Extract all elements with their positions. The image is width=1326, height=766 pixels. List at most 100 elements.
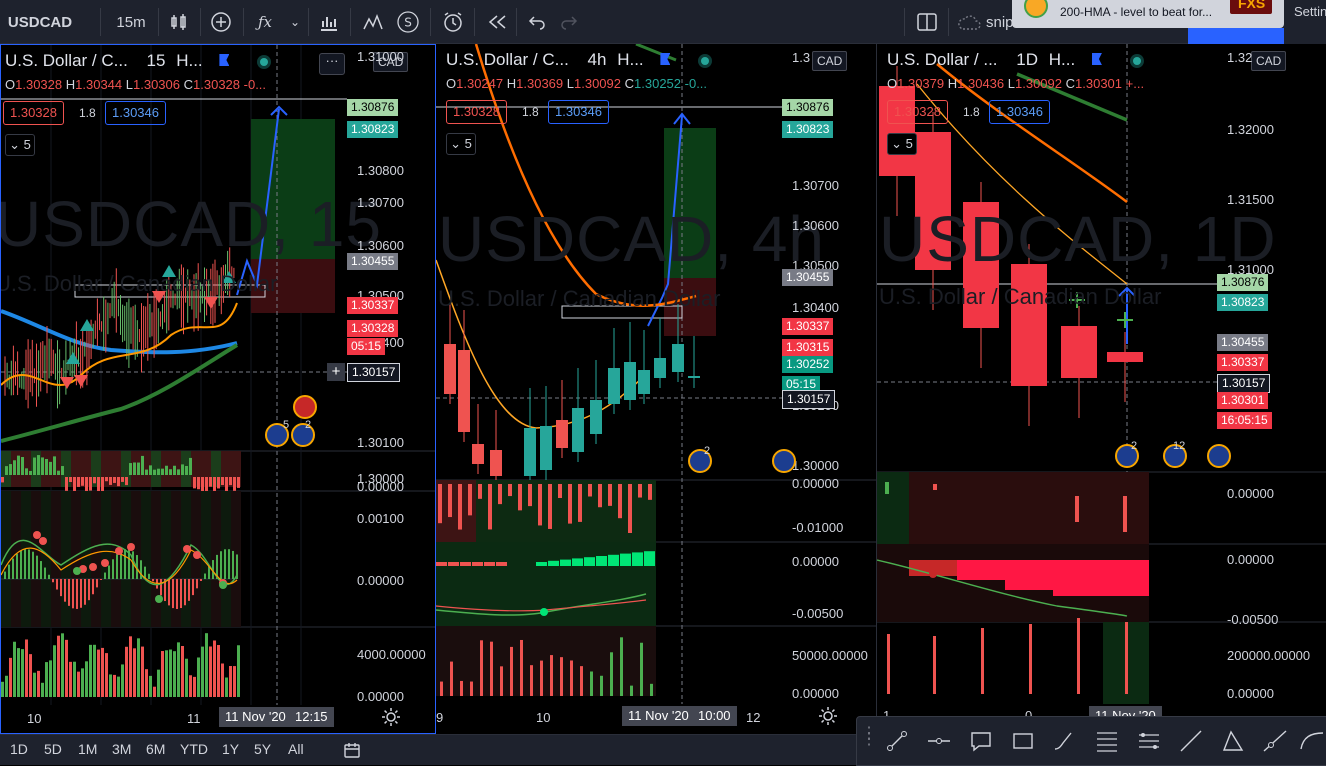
- volume-bar: [133, 648, 136, 697]
- indicator-count: 5: [464, 136, 472, 151]
- trendline-tool-icon[interactable]: [883, 727, 911, 755]
- volume-bar: [550, 655, 553, 696]
- symbol-search-button[interactable]: USDCAD: [0, 0, 80, 44]
- alert-clock-icon[interactable]: [438, 0, 468, 44]
- histogram-bar: [125, 477, 128, 486]
- flag-icon[interactable]: [219, 54, 230, 66]
- range-3m-button[interactable]: 3M: [112, 741, 131, 757]
- ray-tool-icon[interactable]: [1177, 727, 1205, 755]
- triangle-tool-icon[interactable]: [1219, 727, 1247, 755]
- chart-settings-icon[interactable]: [381, 707, 401, 727]
- goto-date-icon[interactable]: [342, 741, 362, 761]
- redo-icon[interactable]: [556, 0, 582, 44]
- flag-icon[interactable]: [660, 53, 671, 65]
- range-1y-button[interactable]: 1Y: [222, 741, 239, 757]
- histogram-bar: [1005, 560, 1053, 590]
- callout-tool-icon[interactable]: [967, 727, 995, 755]
- range-ytd-button[interactable]: YTD: [180, 741, 208, 757]
- economic-event-us-flag-icon[interactable]: [772, 449, 796, 473]
- cloud-icon[interactable]: [954, 0, 984, 44]
- fib-channel-tool-icon[interactable]: [1135, 727, 1163, 755]
- layout-name-label[interactable]: snip: [986, 0, 1014, 44]
- economic-event-ca-flag-icon[interactable]: [293, 395, 317, 419]
- volume-bar: [89, 644, 92, 697]
- strategy-icon[interactable]: S: [394, 0, 422, 44]
- price-tag: 1.30823: [1217, 294, 1269, 311]
- buy-button[interactable]: 1.30346: [105, 101, 166, 125]
- sell-button[interactable]: 1.30328: [3, 101, 64, 125]
- oscillator-bg: [161, 491, 171, 627]
- rectangle-tool-icon[interactable]: [1009, 727, 1037, 755]
- chart-panel-4h[interactable]: USDCAD, 4h U.S. Dollar / Canadian Dollar…: [436, 44, 877, 734]
- chart-canvas-15m[interactable]: [1, 45, 436, 734]
- notification-badge-label: FXS: [1238, 0, 1266, 11]
- settings-button[interactable]: Settin: [1284, 0, 1326, 44]
- publish-button[interactable]: [1188, 28, 1284, 44]
- histogram-bar: [957, 560, 1005, 580]
- volume-bar: [53, 645, 56, 697]
- range-all-button[interactable]: All: [288, 741, 304, 757]
- sell-button[interactable]: 1.30328: [446, 100, 507, 124]
- range-5d-button[interactable]: 5D: [44, 741, 62, 757]
- histogram-bar: [97, 477, 100, 492]
- ohlc-change: -0...: [243, 77, 267, 92]
- undo-icon[interactable]: [524, 0, 550, 44]
- price-tag: 1.30337: [782, 318, 834, 335]
- currency-label[interactable]: CAD: [812, 51, 848, 71]
- fib-retracement-tool-icon[interactable]: [1093, 727, 1121, 755]
- layout-icon[interactable]: [912, 0, 942, 44]
- toolbar-divider: [948, 8, 949, 36]
- templates-icon[interactable]: [358, 0, 388, 44]
- chevron-down-icon[interactable]: ⌄: [286, 0, 304, 44]
- event-count: 12: [1173, 440, 1186, 452]
- series-legend[interactable]: U.S. Dollar / ... 1D H...: [887, 50, 1141, 70]
- range-1d-button[interactable]: 1D: [10, 741, 28, 757]
- histogram-bar: [448, 484, 452, 518]
- range-5y-button[interactable]: 5Y: [254, 741, 271, 757]
- brush-tool-icon[interactable]: [1051, 727, 1079, 755]
- histogram-bar: [153, 469, 156, 475]
- indicators-collapse-button[interactable]: ⌄ 5: [446, 133, 476, 155]
- indicators-icon[interactable]: ƒx: [250, 0, 280, 44]
- buy-button[interactable]: 1.30346: [989, 100, 1050, 124]
- compare-add-icon[interactable]: [206, 0, 236, 44]
- volume-bar: [81, 668, 84, 697]
- flag-icon[interactable]: [1091, 53, 1102, 65]
- settings-label: Settin: [1294, 4, 1326, 19]
- volume-bar: [640, 642, 643, 696]
- crosshair-time-tag: 12:15: [289, 707, 334, 727]
- financials-icon[interactable]: [314, 0, 344, 44]
- replay-icon[interactable]: [482, 0, 512, 44]
- add-crosshair-icon[interactable]: +: [327, 363, 345, 381]
- chart-panel-1d[interactable]: USDCAD, 1D U.S. Dollar / Canadian Dollar…: [877, 44, 1326, 734]
- chart-panel-15m[interactable]: USDCAD, 15 U.S. Dollar / Canadian Dollar…: [0, 44, 436, 734]
- chart-settings-icon[interactable]: [818, 706, 838, 726]
- volume-bar: [125, 646, 128, 697]
- economic-event-us-flag-icon[interactable]: [1207, 444, 1231, 468]
- chart-type-icon[interactable]: [164, 0, 194, 44]
- buy-button[interactable]: 1.30346: [548, 100, 609, 124]
- currency-label[interactable]: CAD: [1251, 51, 1287, 71]
- volume-bar: [101, 647, 104, 697]
- oscillator-axis-label: 0.00000: [792, 554, 839, 569]
- economic-event-us-flag-icon[interactable]: [291, 423, 315, 447]
- news-notification[interactable]: 200-HMA - level to beat for... FXS: [1012, 0, 1284, 28]
- time-label: 10: [27, 711, 42, 726]
- interval-button[interactable]: 15m: [108, 0, 154, 44]
- more-menu-icon[interactable]: ···: [319, 53, 345, 75]
- series-legend[interactable]: U.S. Dollar / C... 15 H...: [5, 51, 269, 71]
- time-label: 9: [436, 710, 444, 725]
- notification-badge: FXS: [1230, 0, 1272, 14]
- indicators-collapse-button[interactable]: ⌄ 5: [5, 134, 35, 156]
- extended-line-tool-icon[interactable]: [1261, 727, 1289, 755]
- range-6m-button[interactable]: 6M: [146, 741, 165, 757]
- histogram-bar: [460, 562, 471, 566]
- range-1m-button[interactable]: 1M: [78, 741, 97, 757]
- horizontal-line-tool-icon[interactable]: [925, 727, 953, 755]
- histogram-bar: [61, 466, 64, 475]
- drag-handle-icon[interactable]: ⋮ ⋮: [861, 726, 877, 751]
- arc-tool-icon[interactable]: [1297, 727, 1325, 755]
- indicators-collapse-button[interactable]: ⌄ 5: [887, 133, 917, 155]
- series-legend[interactable]: U.S. Dollar / C... 4h H...: [446, 50, 710, 70]
- sell-button[interactable]: 1.30328: [887, 100, 948, 124]
